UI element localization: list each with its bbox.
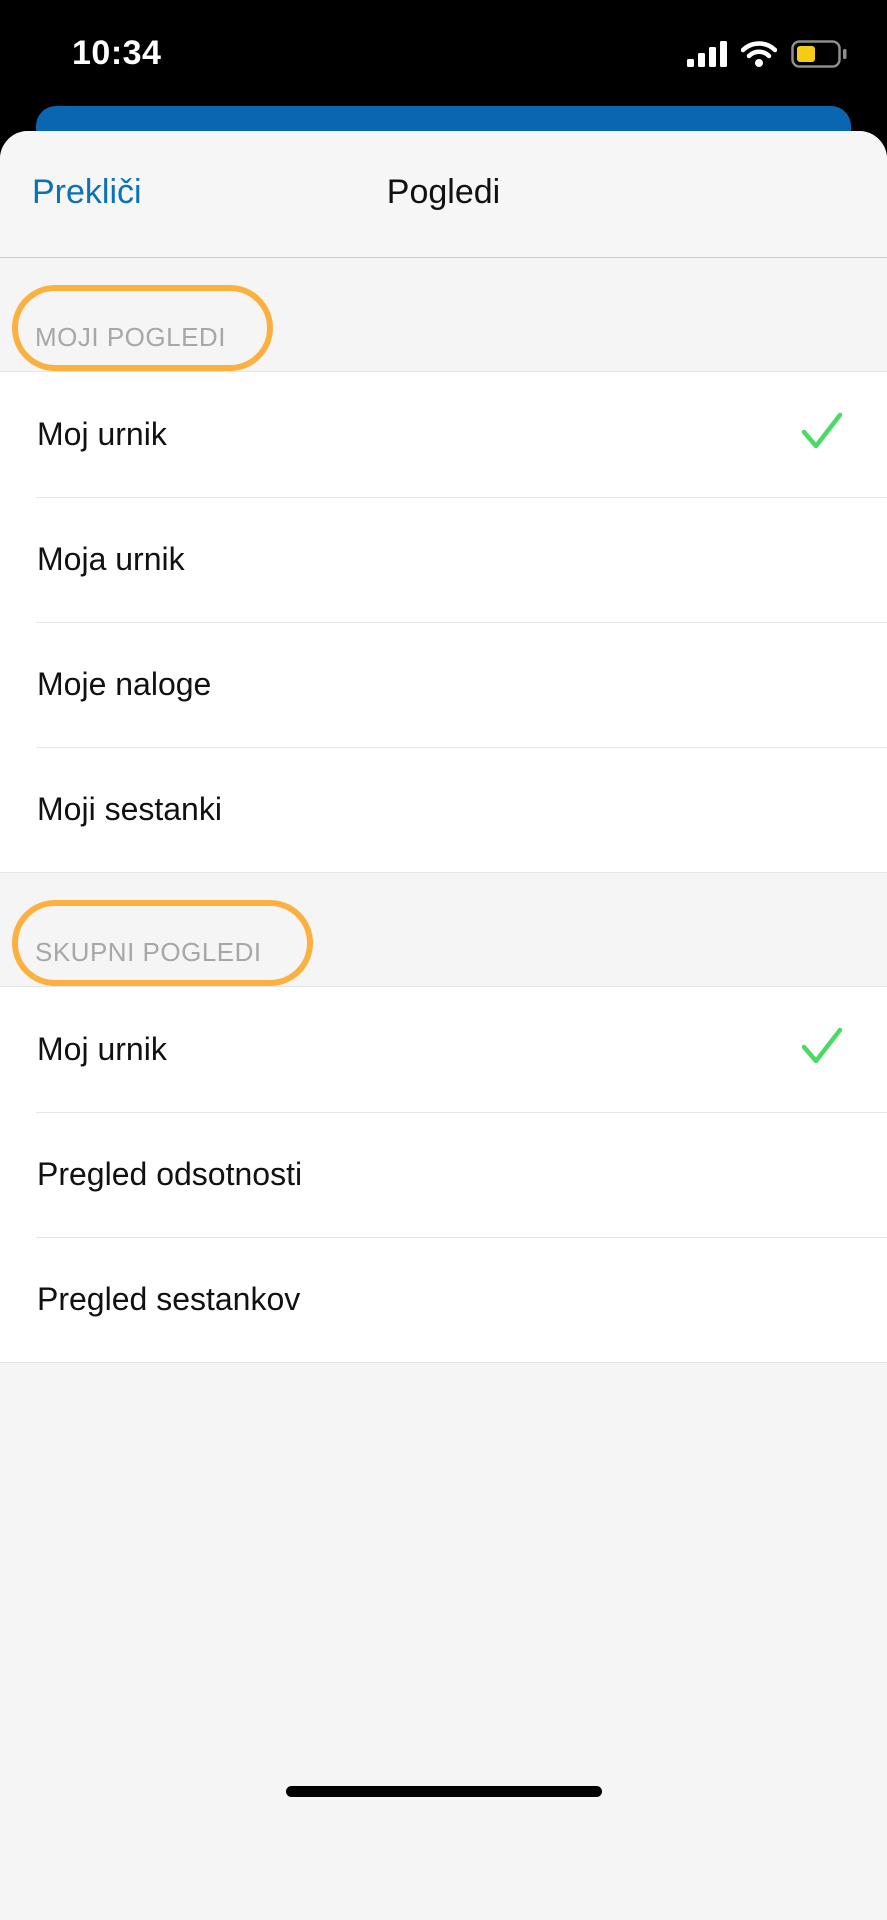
section-label: SKUPNI POGLEDI <box>35 937 262 967</box>
list-item[interactable]: Moji sestanki <box>0 747 887 872</box>
list-item-label: Moja urnik <box>37 541 185 577</box>
checkmark-icon <box>801 412 843 449</box>
list-item[interactable]: Pregled sestankov <box>0 1237 887 1362</box>
sheet-navigation-bar: Prekliči Pogledi <box>0 131 887 258</box>
shared-views-list: Moj urnik Pregled odsotnosti Pregled ses… <box>0 986 887 1363</box>
list-item-label: Moje naloge <box>37 666 212 702</box>
list-item-label: Pregled sestankov <box>37 1281 301 1317</box>
page-title: Pogledi <box>386 173 501 211</box>
section-header-shared-views: SKUPNI POGLEDI <box>0 873 887 986</box>
list-item[interactable]: Moj urnik <box>0 372 887 497</box>
status-time: 10:34 <box>72 34 162 72</box>
list-item[interactable]: Moj urnik <box>0 987 887 1112</box>
cellular-signal-icon <box>687 41 727 67</box>
list-item-label: Moj urnik <box>37 416 167 452</box>
section-label: MOJI POGLEDI <box>35 322 226 352</box>
list-item-label: Moji sestanki <box>37 791 222 827</box>
status-icons <box>687 40 847 68</box>
views-sheet: Prekliči Pogledi MOJI POGLEDI Moj urnik … <box>0 131 887 1920</box>
checkmark-icon <box>801 1027 843 1064</box>
list-item-label: Pregled odsotnosti <box>37 1156 303 1192</box>
list-item[interactable]: Pregled odsotnosti <box>0 1112 887 1237</box>
list-item[interactable]: Moje naloge <box>0 622 887 747</box>
home-indicator[interactable] <box>286 1786 602 1797</box>
list-item-label: Moj urnik <box>37 1031 167 1067</box>
section-header-my-views: MOJI POGLEDI <box>0 258 887 371</box>
status-bar: 10:34 <box>0 0 887 110</box>
my-views-list: Moj urnik Moja urnik Moje naloge Moji se… <box>0 371 887 873</box>
list-item[interactable]: Moja urnik <box>0 497 887 622</box>
wifi-icon <box>741 41 777 67</box>
battery-icon <box>791 40 847 68</box>
